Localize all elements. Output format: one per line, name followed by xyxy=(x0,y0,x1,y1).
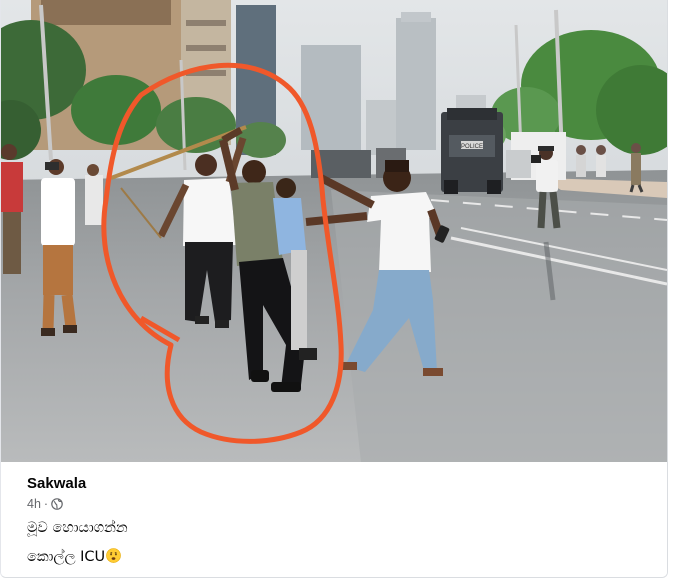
post-time[interactable]: 4h xyxy=(27,497,41,511)
post-text-line-2-text: කොල්ල ICU xyxy=(27,549,106,565)
sad-face-emoji-icon xyxy=(106,548,121,563)
page-name[interactable]: Sakwala xyxy=(27,475,86,492)
post-text-line-2: කොල්ල ICU xyxy=(27,548,121,565)
post-text-line-1: මූව හොයාගන්න xyxy=(27,520,128,536)
post-meta: 4h · xyxy=(27,497,63,511)
post-card: POLICE Sakwala 4h · මූව හොයාගන්න කොල්ල I… xyxy=(0,0,668,578)
post-footer: Sakwala 4h · මූව හොයාගන්න කොල්ල ICU xyxy=(1,462,667,577)
post-photo[interactable]: POLICE xyxy=(1,0,667,462)
meta-separator: · xyxy=(43,497,49,511)
police-sign: POLICE xyxy=(461,144,483,150)
globe-icon xyxy=(51,498,63,510)
